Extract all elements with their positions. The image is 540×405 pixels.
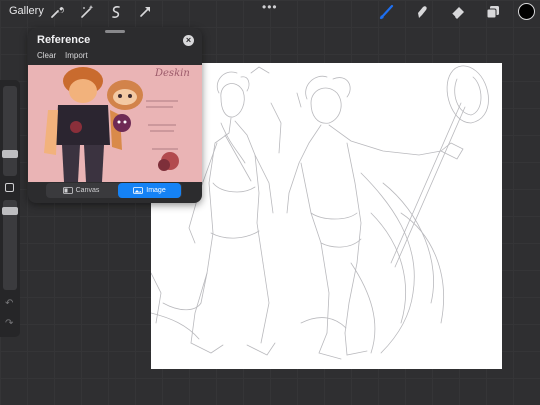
side-toolbar: ↶ ↷	[0, 80, 20, 337]
image-icon	[133, 186, 144, 194]
color-picker-button[interactable]	[518, 3, 535, 20]
character-reference-art	[28, 65, 202, 182]
redo-icon[interactable]: ↷	[5, 318, 13, 329]
magic-wand-icon[interactable]	[79, 4, 95, 20]
smudge-icon[interactable]	[414, 4, 430, 20]
gallery-button[interactable]: Gallery	[9, 5, 44, 17]
reference-panel[interactable]: Reference × Clear Import Deskin Canvas I…	[28, 28, 202, 203]
panel-drag-handle[interactable]	[105, 30, 125, 33]
top-toolbar: Gallery •••	[0, 0, 540, 24]
drawing-canvas[interactable]	[151, 63, 502, 369]
selection-icon[interactable]	[108, 4, 124, 20]
reference-title: Reference	[37, 34, 91, 46]
undo-icon[interactable]: ↶	[5, 298, 13, 309]
transform-icon[interactable]	[137, 4, 153, 20]
tab-image-label: Image	[146, 187, 166, 194]
brush-icon[interactable]	[379, 4, 395, 20]
wrench-icon[interactable]	[49, 4, 65, 20]
tab-image[interactable]: Image	[118, 183, 181, 198]
brush-size-thumb[interactable]	[2, 150, 18, 158]
clear-button[interactable]: Clear	[37, 51, 56, 60]
modify-button[interactable]	[5, 183, 14, 192]
more-options-icon[interactable]: •••	[262, 0, 278, 14]
reference-image-title: Deskin	[155, 68, 190, 79]
line-art-sketch	[151, 65, 489, 360]
tab-canvas[interactable]: Canvas	[50, 183, 112, 198]
opacity-thumb[interactable]	[2, 207, 18, 215]
eraser-icon[interactable]	[450, 4, 466, 20]
layers-icon[interactable]	[485, 4, 501, 20]
close-icon[interactable]: ×	[183, 35, 194, 46]
canvas-icon	[62, 186, 73, 194]
tab-canvas-label: Canvas	[75, 187, 100, 194]
opacity-slider[interactable]	[2, 200, 18, 290]
reference-image: Deskin	[28, 65, 202, 182]
import-button[interactable]: Import	[65, 51, 88, 60]
brush-size-slider[interactable]	[2, 86, 18, 176]
reference-tab-bar: Canvas Image	[46, 183, 182, 198]
